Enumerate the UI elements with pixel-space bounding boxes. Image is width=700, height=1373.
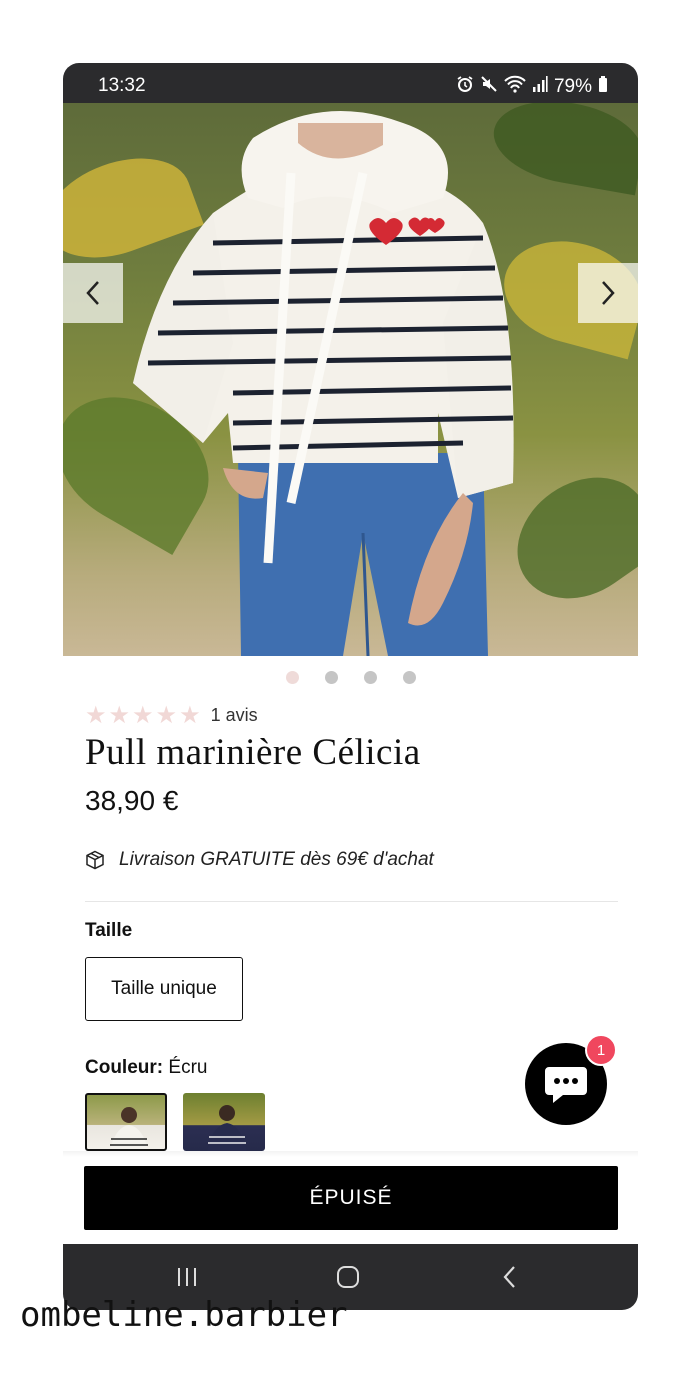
- star-icon: ★: [179, 701, 201, 729]
- color-label: Couleur: Écru: [85, 1057, 207, 1079]
- color-label-key: Couleur:: [85, 1057, 164, 1078]
- alarm-icon: [456, 75, 474, 99]
- product-rating[interactable]: ★ ★ ★ ★ ★ 1 avis: [85, 703, 258, 727]
- battery-icon: [598, 75, 608, 99]
- home-button[interactable]: [328, 1262, 368, 1292]
- divider: [85, 901, 618, 902]
- mute-icon: [480, 75, 498, 99]
- gallery-prev-button[interactable]: [63, 263, 123, 323]
- back-icon: [503, 1266, 515, 1288]
- star-icon: ★: [108, 701, 131, 729]
- chevron-left-icon: [86, 281, 99, 305]
- product-title: Pull marinière Célicia: [85, 732, 421, 773]
- status-time: 13:32: [98, 75, 146, 96]
- gallery-next-button[interactable]: [578, 263, 638, 323]
- recent-apps-button[interactable]: [167, 1262, 207, 1292]
- home-icon: [337, 1266, 359, 1288]
- watermark-text: ombeline.barbier: [20, 1295, 348, 1335]
- chat-bubble-icon: [545, 1067, 587, 1103]
- status-icons: 79%: [456, 75, 608, 99]
- review-count[interactable]: 1 avis: [211, 705, 258, 726]
- gallery-dot[interactable]: [324, 671, 338, 684]
- battery-percent: 79%: [553, 76, 592, 97]
- model-illustration: [133, 111, 514, 656]
- color-swatch-ecru[interactable]: [85, 1093, 167, 1151]
- gallery-dot[interactable]: [402, 671, 416, 684]
- signal-icon: [532, 75, 548, 99]
- color-label-value: Écru: [168, 1057, 208, 1078]
- size-option-button[interactable]: Taille unique: [85, 957, 243, 1021]
- shipping-info: Livraison GRATUITE dès 69€ d'achat: [85, 849, 434, 871]
- sticky-bar-separator: [63, 1151, 638, 1157]
- color-swatch-navy[interactable]: [183, 1093, 265, 1151]
- status-bar: 13:32 79%: [63, 63, 638, 103]
- gallery-dot[interactable]: [363, 671, 377, 684]
- chat-notification-badge: 1: [585, 1034, 617, 1066]
- product-image[interactable]: [63, 103, 638, 656]
- shipping-text: Livraison GRATUITE dès 69€ d'achat: [119, 849, 434, 870]
- star-icon: ★: [155, 701, 178, 729]
- size-label: Taille: [85, 920, 133, 941]
- recent-apps-icon: [178, 1268, 196, 1286]
- product-price: 38,90 €: [85, 785, 179, 816]
- chevron-right-icon: [602, 281, 615, 305]
- package-icon: [86, 850, 104, 870]
- sold-out-button[interactable]: ÉPUISÉ: [84, 1166, 618, 1230]
- phone-screen: 13:32 79% ★ ★ ★ ★ ★ 1 avis Pull marinièr…: [63, 63, 638, 1310]
- wifi-icon: [504, 75, 526, 99]
- star-icon: ★: [132, 701, 154, 729]
- back-button[interactable]: [490, 1262, 530, 1292]
- gallery-dot[interactable]: [285, 671, 299, 684]
- gallery-pagination: [63, 671, 638, 684]
- star-icon: ★: [85, 701, 107, 729]
